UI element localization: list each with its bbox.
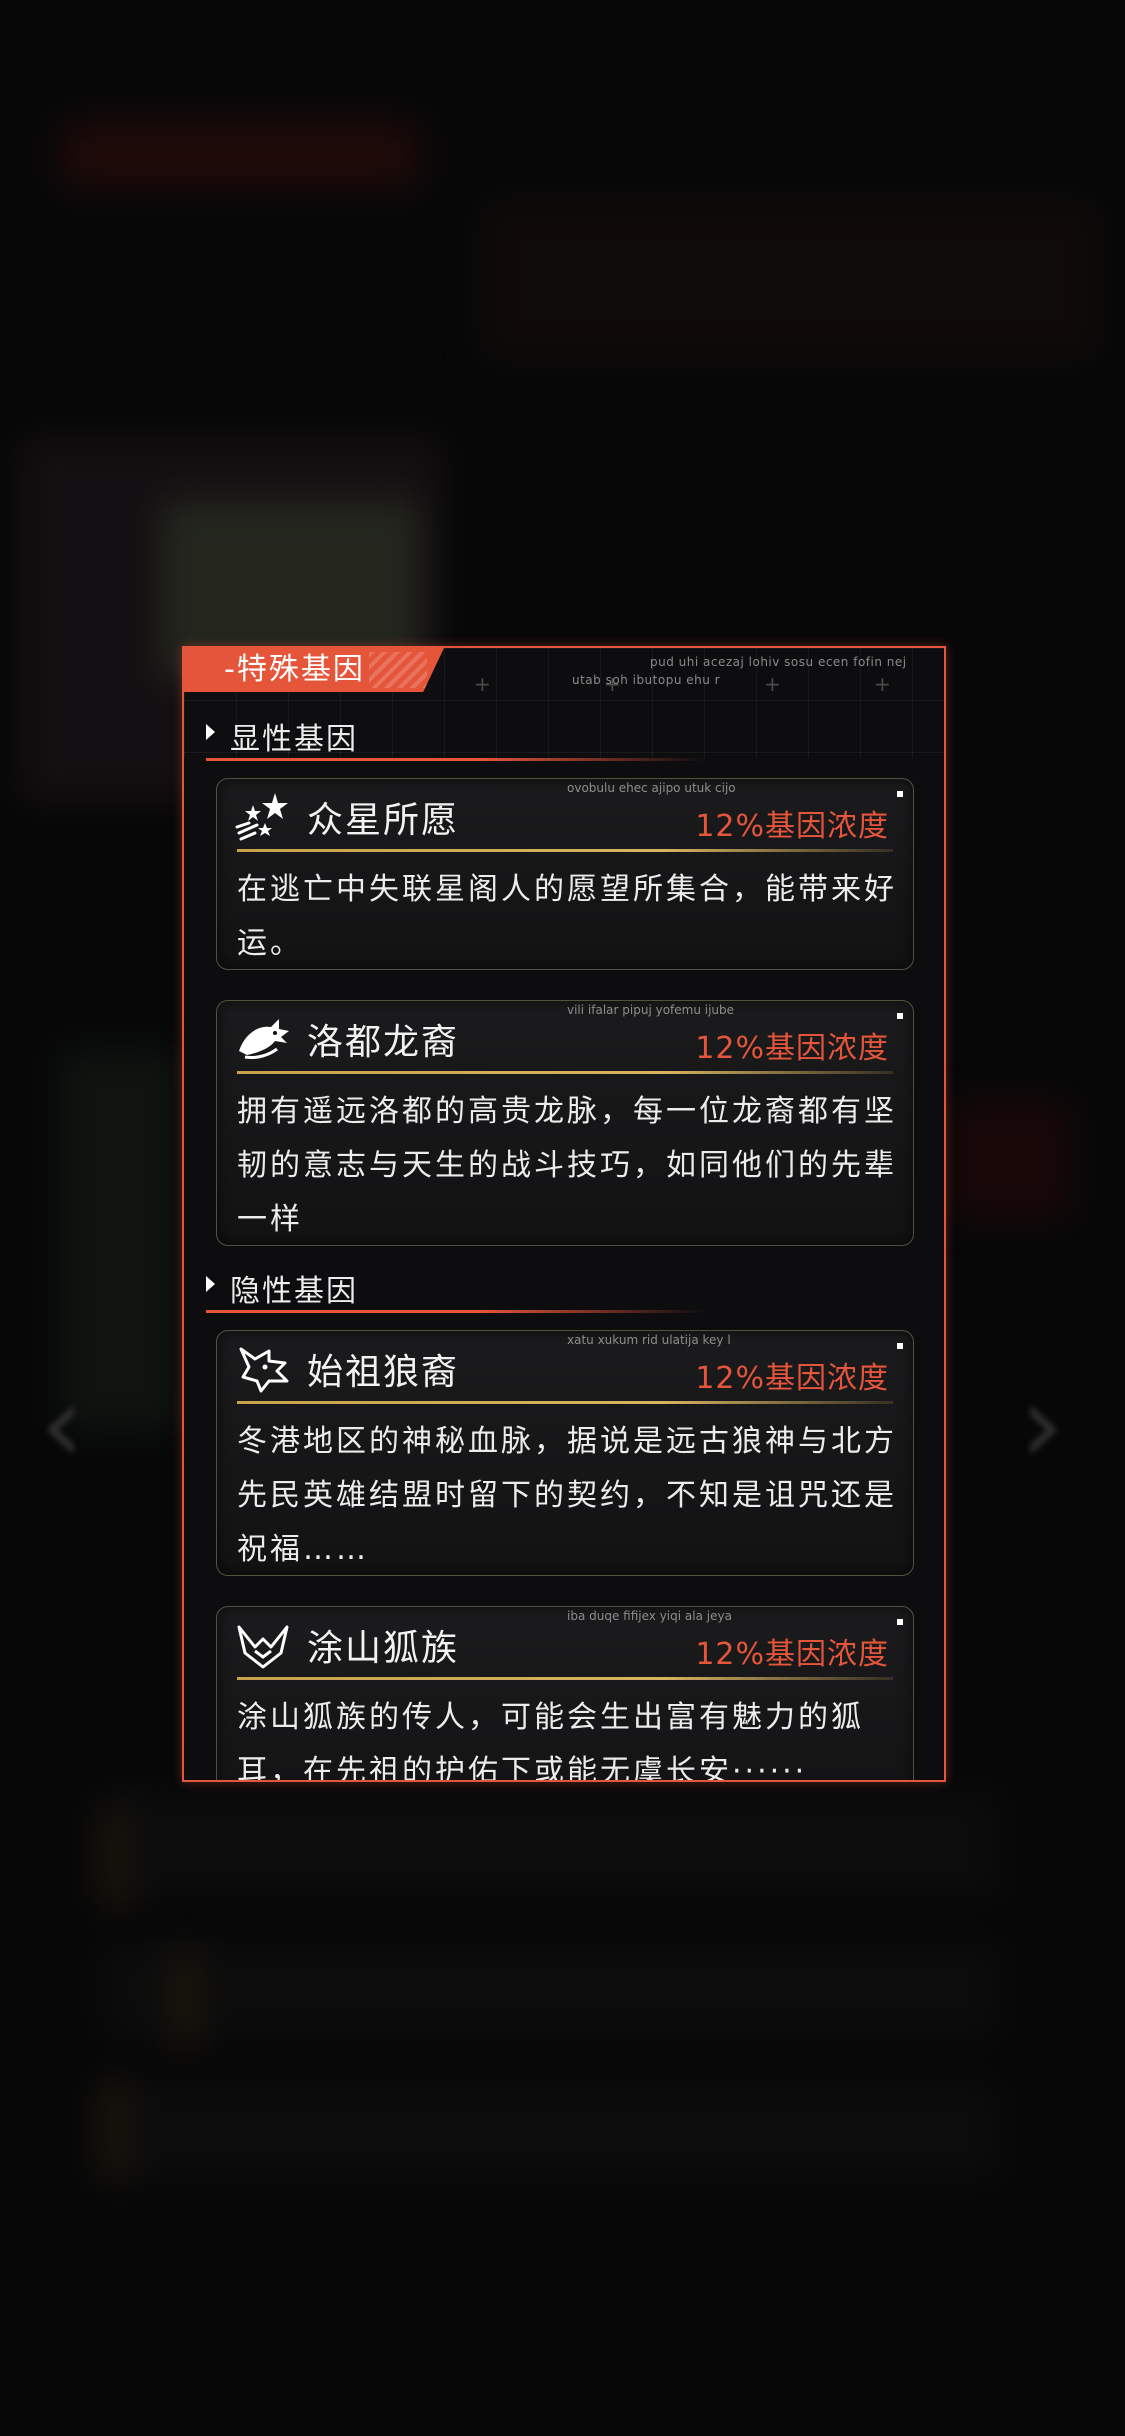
plus-decoration: +	[764, 672, 781, 696]
gene-card[interactable]: xatu xukum rid ulatija key l 始祖狼裔 12%基因浓…	[216, 1330, 914, 1576]
gene-description: 涂山狐族的传人，可能会生出富有魅力的狐耳，在先祖的护佑下或能无虞长安······	[237, 1700, 864, 1782]
triangle-icon	[206, 1276, 215, 1292]
gene-name: 始祖狼裔	[307, 1352, 460, 1393]
card-deco-text: vili ifalar pipuj yofemu ijube	[567, 1003, 735, 1017]
section-label: 隐性基因	[230, 1274, 358, 1309]
gene-name: 众星所愿	[307, 800, 460, 841]
plus-decoration: +	[474, 672, 491, 696]
gene-concentration: 12%基因浓度	[695, 1031, 889, 1066]
card-deco-text: xatu xukum rid ulatija key l	[567, 1333, 731, 1347]
gene-card[interactable]: vili ifalar pipuj yofemu ijube 洛都龙裔 12%基…	[216, 1000, 914, 1246]
gene-card[interactable]: ovobulu ehec ajipo utuk cijo 众星所愿 12%基因浓…	[216, 778, 914, 970]
wolf-icon	[239, 1347, 289, 1393]
gene-card[interactable]: iba duqe fifijex yiqi ala jeya 涂山狐族 12%基…	[216, 1606, 914, 1782]
card-deco-text: iba duqe fifijex yiqi ala jeya	[567, 1609, 732, 1623]
stars-icon	[235, 793, 288, 841]
deco-text: utab soh ibutopu ehu r	[572, 673, 721, 687]
gene-description: 拥有遥远洛都的高贵龙脉，每一位龙裔都有坚韧的意志与天生的战斗技巧，如同他们的先辈…	[237, 1094, 897, 1237]
panel-title-tab: -特殊基因	[184, 648, 444, 692]
gene-description: 冬港地区的神秘血脉，据说是远古狼神与北方先民英雄结盟时留下的契约，不知是诅咒还是…	[237, 1424, 897, 1567]
gene-description: 在逃亡中失联星阁人的愿望所集合，能带来好运。	[237, 872, 897, 961]
section-label: 显性基因	[230, 722, 358, 757]
card-deco-text: ovobulu ehec ajipo utuk cijo	[567, 781, 736, 795]
dragon-icon	[239, 1019, 289, 1059]
gene-name: 洛都龙裔	[307, 1022, 460, 1063]
plus-decoration: +	[874, 672, 891, 696]
special-genes-panel: + + + + + -特殊基因 pud uhi acezaj lohiv sos…	[182, 646, 946, 1782]
triangle-icon	[206, 724, 215, 740]
gene-concentration: 12%基因浓度	[695, 1361, 889, 1396]
panel-title: -特殊基因	[224, 652, 365, 687]
gene-name: 涂山狐族	[307, 1628, 460, 1669]
gene-concentration: 12%基因浓度	[695, 1637, 889, 1672]
deco-text: pud uhi acezaj lohiv sosu ecen fofin nej	[650, 655, 907, 669]
gene-concentration: 12%基因浓度	[695, 809, 889, 844]
right-arrow-icon[interactable]: ›	[1020, 1360, 1064, 1488]
left-arrow-icon[interactable]: ‹	[40, 1360, 84, 1488]
fox-icon	[237, 1625, 289, 1669]
